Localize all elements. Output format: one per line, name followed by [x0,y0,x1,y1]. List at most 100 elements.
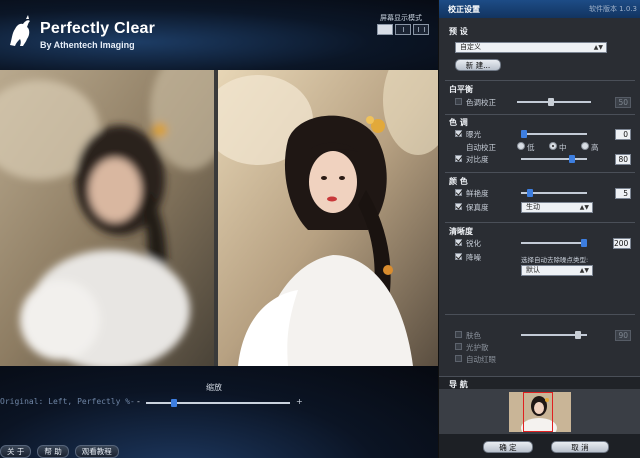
app-header: Perfectly Clear By Athentech Imaging 屏幕显… [0,0,438,70]
new-preset-button[interactable]: 新 建... [455,59,501,71]
original-status-text: Original: Left, Perfectly %- [0,397,135,406]
vibrance-slider[interactable] [521,189,587,197]
tutorial-button[interactable]: 观看教程 [74,445,119,458]
contrast-slider[interactable] [521,155,587,163]
tint-slider-thumb[interactable] [547,98,554,106]
preset-section: 预 设 自定义 ▲▼ 新 建... [445,22,635,78]
original-photo [0,70,214,366]
sharpness-title: 清晰度 [449,227,473,236]
sharpen-label: 锐化 [466,239,481,248]
navigation-header: 导 航 [439,376,640,389]
auto-low-label: 低 [527,143,535,152]
cancel-button[interactable]: 取 消 [551,441,609,453]
version-label: 软件版本 1.0.3 [588,5,637,13]
view-side-by-side-button[interactable] [413,24,429,35]
skin-tone-value[interactable]: 90 [615,330,631,341]
preset-select-value: 自定义 [460,43,481,51]
contrast-label: 对比度 [466,155,489,164]
tone-section: 色 调 曝光 0 自动校正 低 中 高 对比度 80 [445,114,635,172]
skin-tone-checkbox[interactable] [455,331,462,338]
contrast-value[interactable]: 80 [615,154,631,165]
zoom-in-button[interactable]: + [296,397,303,406]
auto-mid-radio[interactable] [549,142,557,150]
corrected-image [218,70,438,366]
noise-reduction-checkbox[interactable] [455,253,462,260]
vibrance-slider-thumb[interactable] [527,189,533,197]
sharpen-checkbox[interactable] [455,239,462,246]
auto-high-radio[interactable] [581,142,589,150]
view-single-button[interactable] [377,24,393,35]
fidelity-label: 保真度 [466,203,489,212]
about-button[interactable]: 关 于 [0,445,32,458]
view-mode-buttons [377,24,429,35]
redeye-checkbox[interactable] [455,355,462,362]
white-balance-title: 白平衡 [449,85,473,94]
skin-tone-slider[interactable] [521,331,587,339]
glare-checkbox[interactable] [455,343,462,350]
viewer-toolbar: 缩放 Original: Left, Perfectly %- - + 关 于 … [0,366,438,458]
panel-title: 校正设置 [448,5,480,14]
skin-tone-slider-thumb[interactable] [575,331,581,339]
noise-reduction-label: 降噪 [466,253,481,262]
sharpen-value[interactable]: 200 [613,238,631,249]
fidelity-select[interactable]: 生动 ▲▼ [521,202,593,213]
exposure-slider-thumb[interactable] [521,130,527,138]
tint-slider[interactable] [517,98,591,106]
ok-button[interactable]: 确 定 [483,441,533,453]
view-split-button[interactable] [395,24,411,35]
exposure-slider[interactable] [521,130,587,138]
skin-tone-label: 肤色 [466,331,481,340]
sharpen-slider-thumb[interactable] [581,239,587,247]
exposure-value[interactable]: 0 [615,129,631,140]
auto-mid-label: 中 [559,143,567,152]
redeye-label: 自动红眼 [466,355,496,364]
contrast-checkbox[interactable] [455,155,462,162]
bottom-buttons: 关 于 帮 助 观看教程 [0,445,125,458]
fidelity-checkbox[interactable] [455,203,462,210]
contrast-slider-thumb[interactable] [569,155,575,163]
vibrance-checkbox[interactable] [455,189,462,196]
chevron-updown-icon: ▲▼ [579,267,589,274]
sharpness-section: 清晰度 锐化 200 降噪 选择自动去除噪点类型: 默认 ▲▼ [445,222,635,282]
tint-checkbox[interactable] [455,98,462,105]
corrected-photo [218,70,438,366]
noise-type-select-value: 默认 [526,266,540,274]
panel-header: 校正设置 软件版本 1.0.3 [439,0,640,18]
auto-high-label: 高 [591,143,599,152]
noise-type-select[interactable]: 默认 ▲▼ [521,265,593,276]
white-balance-section: 白平衡 色调校正 50 [445,80,635,114]
navigation-viewport-rect[interactable] [523,392,553,432]
zoom-slider[interactable] [146,399,290,407]
navigation-area [439,389,640,434]
glare-label: 光护散 [466,343,489,352]
tint-label: 色调校正 [466,98,496,107]
settings-panel: 校正设置 软件版本 1.0.3 预 设 自定义 ▲▼ 新 建... 白平衡 色调… [438,0,640,458]
exposure-label: 曝光 [466,130,481,139]
action-row: 确 定 取 消 [439,434,640,458]
logo-subtitle: By Athentech Imaging [40,40,135,50]
chevron-updown-icon: ▲▼ [579,204,589,211]
color-title: 颜 色 [449,177,468,186]
navigation-thumbnail[interactable] [509,392,571,432]
preset-select[interactable]: 自定义 ▲▼ [455,42,607,53]
noise-type-hint: 选择自动去除噪点类型: [521,256,589,264]
zoom-out-button[interactable]: - [137,397,140,406]
vibrance-value[interactable]: 5 [615,188,631,199]
auto-correct-label: 自动校正 [466,143,496,152]
original-image [0,70,214,366]
logo-icon [10,15,30,46]
tint-value[interactable]: 50 [615,97,631,108]
tone-title: 色 调 [449,118,468,127]
view-mode-label: 屏幕显示模式 [380,14,422,22]
fidelity-select-value: 生动 [526,203,540,211]
logo-title: Perfectly Clear [40,20,156,37]
extras-section: 肤色 90 光护散 自动红眼 [445,314,635,372]
vibrance-label: 鲜艳度 [466,189,489,198]
image-viewer[interactable] [0,70,438,366]
exposure-checkbox[interactable] [455,130,462,137]
help-button[interactable]: 帮 助 [37,445,69,458]
auto-low-radio[interactable] [517,142,525,150]
chevron-updown-icon: ▲▼ [593,44,603,51]
zoom-slider-thumb[interactable] [170,399,177,407]
sharpen-slider[interactable] [521,239,587,247]
